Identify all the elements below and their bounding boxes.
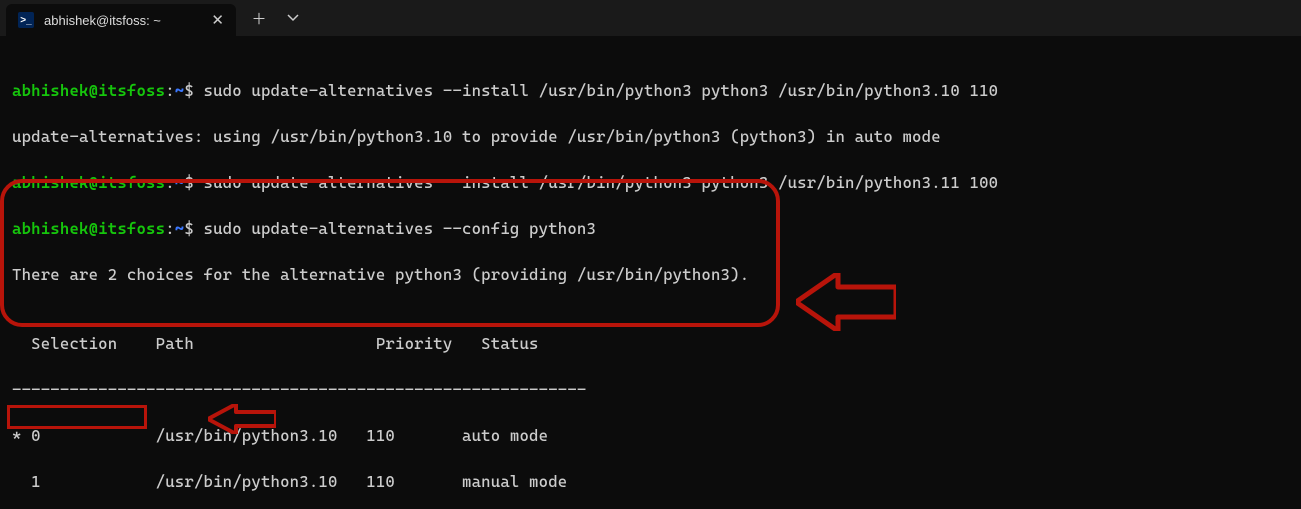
command-text: sudo update-alternatives --install /usr/…: [194, 173, 998, 192]
terminal-line: abhishek@itsfoss:~$ sudo update-alternat…: [12, 171, 1289, 194]
terminal-line: abhishek@itsfoss:~$ sudo update-alternat…: [12, 217, 1289, 240]
table-row: 1 /usr/bin/python3.10 110 manual mode: [12, 470, 1289, 493]
terminal-line: abhishek@itsfoss:~$ sudo update-alternat…: [12, 79, 1289, 102]
table-row: * 0 /usr/bin/python3.10 110 auto mode: [12, 424, 1289, 447]
terminal-output: There are 2 choices for the alternative …: [12, 263, 1289, 286]
new-tab-button[interactable]: ＋: [242, 2, 276, 34]
table-header: Selection Path Priority Status: [12, 332, 1289, 355]
annotation-box-table: [0, 179, 780, 327]
chevron-down-icon: [287, 12, 299, 24]
close-tab-icon[interactable]: ✕: [211, 11, 224, 29]
tab-title: abhishek@itsfoss: ~: [44, 13, 201, 28]
window-titlebar: >_ abhishek@itsfoss: ~ ✕ ＋: [0, 0, 1301, 36]
terminal-output: update-alternatives: using /usr/bin/pyth…: [12, 125, 1289, 148]
prompt-user-host: abhishek@itsfoss: [12, 81, 165, 100]
command-text: sudo update-alternatives --config python…: [194, 219, 596, 238]
table-separator: ----------------------------------------…: [12, 378, 1289, 401]
tab-dropdown-button[interactable]: [276, 2, 310, 34]
terminal-body[interactable]: abhishek@itsfoss:~$ sudo update-alternat…: [0, 36, 1301, 509]
terminal-tab[interactable]: >_ abhishek@itsfoss: ~ ✕: [6, 4, 236, 36]
powershell-icon: >_: [18, 12, 34, 28]
command-text: sudo update-alternatives --install /usr/…: [194, 81, 998, 100]
